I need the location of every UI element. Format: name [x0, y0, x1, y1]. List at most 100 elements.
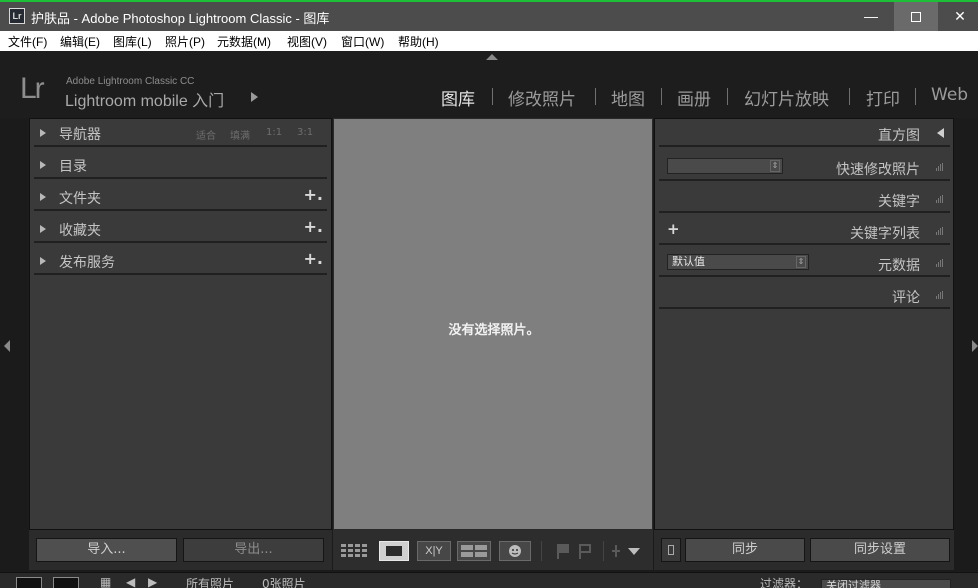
grid-view-button[interactable]	[339, 541, 372, 561]
metadata-header[interactable]: 默认值 ⇕ 元数据	[659, 249, 950, 277]
quick-develop-header[interactable]: ⇕ 快速修改照片	[659, 153, 950, 181]
collapse-left-arrow-icon[interactable]	[4, 340, 10, 352]
folders-header[interactable]: 文件夹 +.	[34, 183, 327, 211]
module-separator	[727, 88, 728, 105]
catalog-label: 目录	[59, 159, 87, 175]
menu-library[interactable]: 图库(L)	[113, 33, 152, 50]
maximize-icon	[911, 12, 921, 23]
flag-reject-icon[interactable]	[578, 543, 592, 559]
left-panel: 导航器 适合 填满 1:1 3:1 目录 文件夹 +. 收藏夹 +. 发布服务 …	[29, 118, 332, 530]
collapse-right-arrow-icon[interactable]	[972, 340, 978, 352]
metadata-preset-value: 默认值	[672, 255, 705, 268]
module-separator	[595, 88, 596, 105]
mobile-getting-started[interactable]: Lightroom mobile 入门	[65, 87, 224, 111]
module-library[interactable]: 图库	[441, 85, 475, 110]
publish-services-label: 发布服务	[59, 255, 115, 271]
menu-edit[interactable]: 编辑(E)	[60, 33, 100, 50]
panel-indicator-icon	[936, 259, 944, 267]
add-collection-plus-icon[interactable]: +.	[304, 217, 323, 236]
switch-icon	[668, 544, 674, 555]
rotate-icon[interactable]	[610, 543, 622, 559]
collections-header[interactable]: 收藏夹 +.	[34, 215, 327, 243]
comments-header[interactable]: 评论	[659, 281, 950, 309]
keywording-header[interactable]: 关键字	[659, 185, 950, 213]
minimize-button[interactable]: —	[849, 2, 893, 31]
module-separator	[492, 88, 493, 105]
comments-label: 评论	[892, 290, 920, 306]
menu-metadata[interactable]: 元数据(M)	[217, 33, 271, 50]
zoom-fill-option[interactable]: 填满	[230, 127, 250, 142]
compare-view-button[interactable]: X|Y	[417, 541, 451, 561]
close-button[interactable]: ✕	[938, 2, 978, 31]
menu-help[interactable]: 帮助(H)	[398, 33, 439, 50]
publish-services-header[interactable]: 发布服务 +.	[34, 247, 327, 275]
collapse-top-arrow-icon[interactable]	[486, 54, 498, 60]
window-title: 护肤品 - Adobe Photoshop Lightroom Classic …	[31, 11, 330, 26]
histogram-label: 直方图	[878, 128, 920, 144]
primary-window-icon[interactable]	[16, 577, 42, 588]
add-publish-plus-icon[interactable]: +.	[304, 249, 323, 268]
people-view-button[interactable]	[499, 541, 531, 561]
loupe-icon	[386, 546, 402, 556]
secondary-window-icon[interactable]	[53, 577, 79, 588]
spinner-icon: ⇕	[770, 160, 780, 172]
filter-label: 过滤器：	[760, 577, 809, 588]
export-button[interactable]: 导出...	[183, 538, 324, 562]
zoom-3-1-option[interactable]: 3:1	[297, 127, 313, 138]
sync-button[interactable]: 同步	[685, 538, 805, 562]
zoom-fit-option[interactable]: 适合	[196, 127, 216, 142]
module-map[interactable]: 地图	[611, 85, 645, 110]
keywording-label: 关键字	[878, 194, 920, 210]
title-bar: Lr 护肤品 - Adobe Photoshop Lightroom Class…	[0, 0, 978, 31]
sync-settings-button[interactable]: 同步设置	[810, 538, 950, 562]
maximize-button[interactable]	[894, 2, 938, 31]
keyword-list-header[interactable]: + 关键字列表	[659, 217, 950, 245]
panel-indicator-icon	[936, 163, 944, 171]
menu-view[interactable]: 视图(V)	[287, 33, 327, 50]
flag-pick-icon[interactable]	[556, 543, 570, 559]
histogram-header[interactable]: 直方图	[659, 119, 950, 147]
panel-indicator-icon	[936, 195, 944, 203]
menu-file[interactable]: 文件(F)	[8, 33, 47, 50]
zoom-1-1-option[interactable]: 1:1	[266, 127, 282, 138]
loupe-view-button[interactable]	[379, 541, 409, 561]
filmstrip-source[interactable]: 所有照片	[186, 575, 234, 588]
menu-bar: 文件(F) 编辑(E) 图库(L) 照片(P) 元数据(M) 视图(V) 窗口(…	[0, 31, 978, 51]
folders-label: 文件夹	[59, 191, 101, 207]
toolbar-menu-chevron-icon[interactable]	[628, 548, 640, 555]
menu-window[interactable]: 窗口(W)	[341, 33, 384, 50]
module-slideshow[interactable]: 幻灯片放映	[744, 85, 829, 110]
menu-photo[interactable]: 照片(P)	[165, 33, 205, 50]
play-arrow-icon[interactable]	[251, 92, 258, 102]
quick-develop-label: 快速修改照片	[836, 162, 920, 178]
loupe-view[interactable]: 没有选择照片。	[333, 118, 653, 530]
metadata-preset-select[interactable]: 默认值 ⇕	[667, 254, 809, 270]
metadata-label: 元数据	[878, 258, 920, 274]
survey-view-button[interactable]	[457, 541, 491, 561]
lightroom-window: Lr 护肤品 - Adobe Photoshop Lightroom Class…	[0, 0, 978, 588]
forward-arrow-icon[interactable]: ▶	[148, 575, 157, 588]
survey-icon	[461, 545, 487, 557]
navigator-label: 导航器	[59, 127, 101, 143]
saved-preset-select[interactable]: ⇕	[667, 158, 783, 174]
expand-triangle-icon	[40, 193, 46, 201]
module-web[interactable]: Web	[931, 85, 968, 105]
back-arrow-icon[interactable]: ◀	[126, 575, 135, 588]
panel-indicator-icon	[936, 291, 944, 299]
module-book[interactable]: 画册	[677, 85, 711, 110]
keyword-list-label: 关键字列表	[850, 226, 920, 242]
auto-sync-toggle[interactable]	[661, 538, 681, 562]
add-keyword-plus-icon[interactable]: +	[667, 220, 680, 238]
expand-triangle-icon	[40, 225, 46, 233]
expand-triangle-icon	[40, 129, 46, 137]
module-print[interactable]: 打印	[866, 85, 900, 110]
expand-triangle-icon	[40, 161, 46, 169]
import-button[interactable]: 导入...	[36, 538, 177, 562]
grid-small-icon[interactable]: ▦	[100, 575, 111, 588]
module-separator	[915, 88, 916, 105]
add-folder-plus-icon[interactable]: +.	[304, 185, 323, 204]
filter-select[interactable]: 关闭过滤器	[821, 579, 951, 588]
navigator-header[interactable]: 导航器 适合 填满 1:1 3:1	[34, 119, 327, 147]
catalog-header[interactable]: 目录	[34, 151, 327, 179]
module-develop[interactable]: 修改照片	[508, 85, 576, 110]
